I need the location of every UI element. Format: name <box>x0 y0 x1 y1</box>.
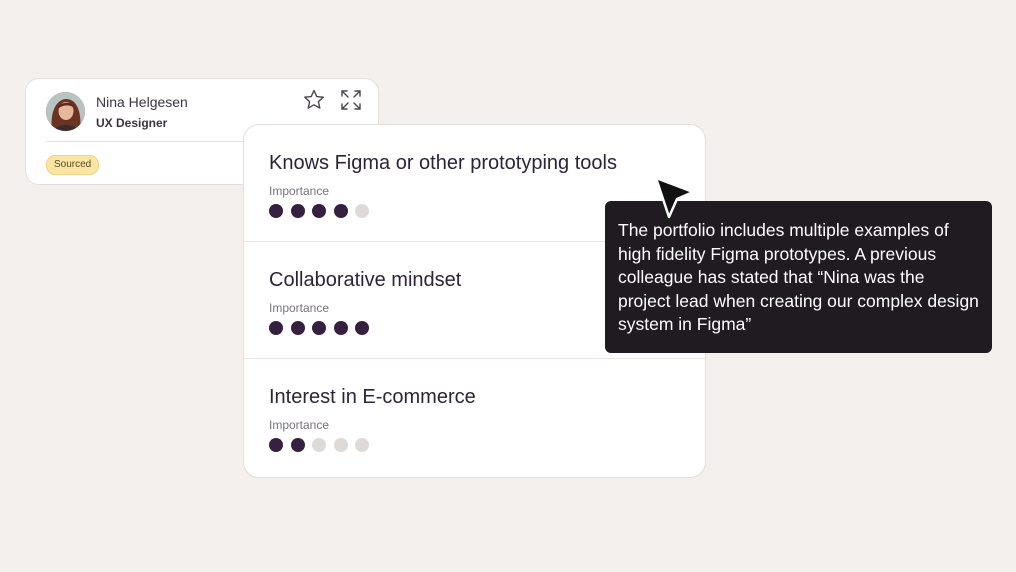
importance-dot-empty <box>355 204 369 218</box>
requirement-title: Collaborative mindset <box>269 269 462 291</box>
status-badge: Sourced <box>46 155 100 175</box>
importance-dot-filled <box>290 321 305 335</box>
importance-dot-empty <box>355 438 369 452</box>
avatar <box>46 92 85 131</box>
requirement-item[interactable]: Interest in E-commerce Importance <box>244 359 705 476</box>
candidate-name: Nina Helgesen <box>96 94 188 110</box>
importance-label: Importance <box>269 184 330 198</box>
requirement-title: Knows Figma or other prototyping tools <box>269 152 617 174</box>
importance-dot-filled <box>290 438 305 452</box>
importance-rating <box>269 321 369 335</box>
importance-dot-filled <box>269 438 283 452</box>
importance-rating <box>269 438 369 452</box>
importance-dot-filled <box>312 204 326 218</box>
tooltip-text: The portfolio includes multiple examples… <box>618 220 979 334</box>
importance-dot-filled <box>290 204 305 218</box>
importance-dot-filled <box>269 321 283 335</box>
importance-label: Importance <box>269 301 330 315</box>
importance-dot-filled <box>333 204 348 218</box>
cursor-icon <box>652 175 696 221</box>
importance-label: Importance <box>269 418 330 432</box>
importance-dot-filled <box>355 321 369 335</box>
expand-icon[interactable] <box>339 88 363 112</box>
importance-dot-filled <box>269 204 283 218</box>
importance-dot-filled <box>333 321 348 335</box>
importance-rating <box>269 204 369 218</box>
candidate-role: UX Designer <box>96 116 168 130</box>
importance-dot-empty <box>312 438 326 452</box>
tooltip: The portfolio includes multiple examples… <box>605 201 992 353</box>
importance-dot-empty <box>333 438 348 452</box>
star-icon[interactable] <box>302 88 326 112</box>
importance-dot-filled <box>312 321 326 335</box>
requirement-title: Interest in E-commerce <box>269 386 476 408</box>
